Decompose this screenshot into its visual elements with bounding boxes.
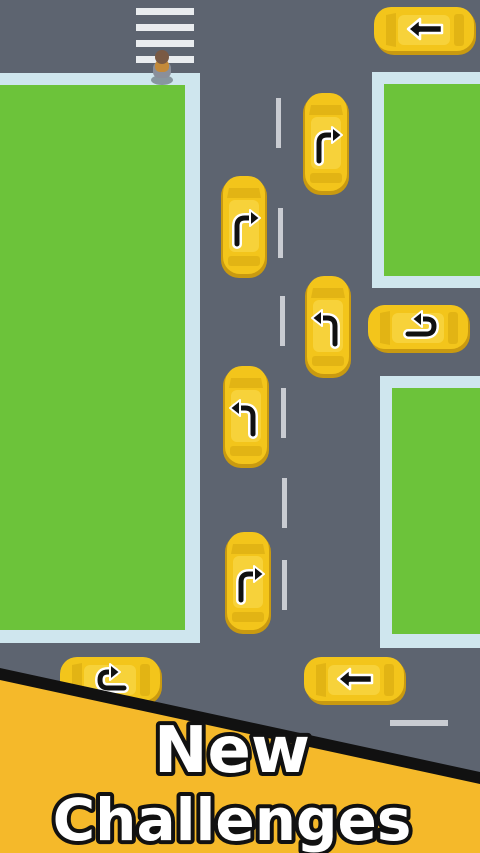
taxi-car[interactable] xyxy=(368,305,470,353)
grass-block-left xyxy=(0,73,200,643)
grass-block-right-bottom xyxy=(380,376,480,648)
grass-block-right-top xyxy=(372,72,480,288)
taxi-car[interactable] xyxy=(304,657,406,705)
taxi-car[interactable] xyxy=(374,7,476,55)
taxi-car[interactable] xyxy=(223,366,269,468)
game-board xyxy=(0,0,480,853)
taxi-car[interactable] xyxy=(221,176,267,278)
taxi-car[interactable] xyxy=(303,93,349,195)
taxi-car[interactable] xyxy=(225,532,271,634)
taxi-car[interactable] xyxy=(305,276,351,378)
